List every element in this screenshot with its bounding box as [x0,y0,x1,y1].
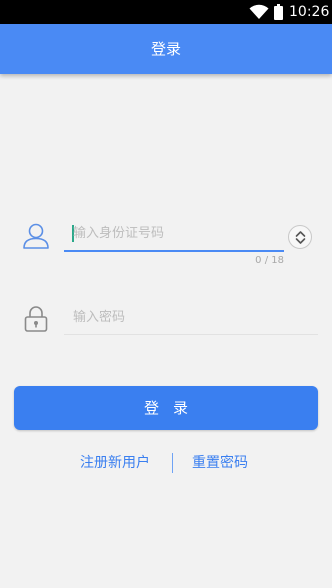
wifi-icon [249,4,269,20]
lock-icon [24,305,48,333]
status-bar: 10:26 [0,0,332,24]
password-input[interactable]: 输入密码 [64,304,318,335]
id-number-placeholder: 输入身份证号码 [73,226,165,241]
status-time: 10:26 [289,4,330,20]
link-divider [172,453,173,473]
page-title: 登录 [150,40,181,58]
reset-password-link[interactable]: 重置密码 [192,453,248,473]
id-number-input[interactable]: 输入身份证号码 [64,218,284,252]
input-type-toggle-button[interactable] [288,225,312,249]
login-button[interactable]: 登录 [14,386,318,430]
password-placeholder: 输入密码 [73,310,126,325]
login-screen: 10:26 登录 输入身份证号码 0 / 18 输入密码 登录 注册新用户 重置… [0,0,332,588]
register-link[interactable]: 注册新用户 [80,453,150,473]
character-counter: 0 / 18 [255,255,284,266]
user-icon [22,222,50,250]
battery-icon [274,4,283,20]
app-bar: 登录 [0,24,332,74]
